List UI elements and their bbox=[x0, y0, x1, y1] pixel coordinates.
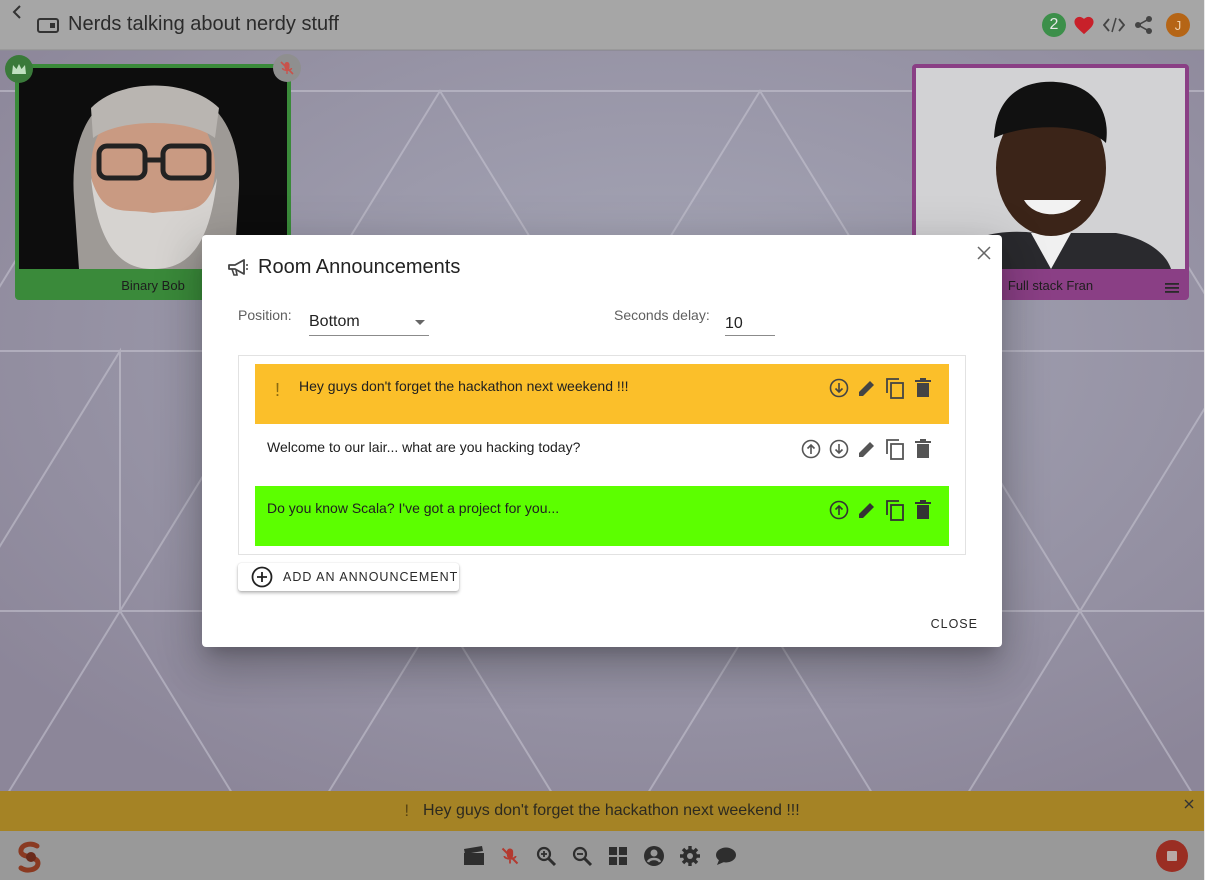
copy-icon[interactable] bbox=[883, 376, 907, 400]
copy-icon[interactable] bbox=[883, 437, 907, 461]
move-down-icon[interactable] bbox=[827, 437, 851, 461]
announcement-text: Welcome to our lair... what are you hack… bbox=[267, 439, 581, 455]
close-icon bbox=[977, 246, 991, 260]
delete-icon[interactable] bbox=[911, 498, 935, 522]
announcement-row: Welcome to our lair... what are you hack… bbox=[255, 425, 949, 485]
dialog-title: Room Announcements bbox=[258, 256, 461, 278]
announcement-row: ! Hey guys don't forget the hackathon ne… bbox=[255, 364, 949, 424]
delete-icon[interactable] bbox=[911, 437, 935, 461]
add-announcement-button[interactable]: ADD AN ANNOUNCEMENT bbox=[238, 563, 459, 591]
edit-icon[interactable] bbox=[855, 437, 879, 461]
announcement-row: Do you know Scala? I've got a project fo… bbox=[255, 486, 949, 546]
position-select[interactable]: Bottom bbox=[309, 308, 429, 336]
edit-icon[interactable] bbox=[855, 498, 879, 522]
move-up-icon[interactable] bbox=[799, 437, 823, 461]
move-up-icon[interactable] bbox=[827, 498, 851, 522]
megaphone-icon bbox=[227, 257, 251, 279]
dialog-close-icon-button[interactable] bbox=[974, 243, 994, 263]
important-mark: ! bbox=[275, 380, 281, 400]
room-announcements-dialog: Room Announcements Position: Bottom Seco… bbox=[202, 235, 1002, 647]
edit-icon[interactable] bbox=[855, 376, 879, 400]
position-label: Position: bbox=[238, 307, 292, 323]
announcement-text: Hey guys don't forget the hackathon next… bbox=[299, 378, 629, 394]
copy-icon[interactable] bbox=[883, 498, 907, 522]
announcement-text: Do you know Scala? I've got a project fo… bbox=[267, 500, 560, 516]
add-circle-icon bbox=[251, 566, 273, 588]
app-window: Nerds talking about nerdy stuff 2 J Bina… bbox=[0, 0, 1204, 880]
move-down-icon[interactable] bbox=[827, 376, 851, 400]
caret-down-icon bbox=[415, 320, 425, 325]
add-announcement-label: ADD AN ANNOUNCEMENT bbox=[283, 570, 459, 584]
position-value: Bottom bbox=[309, 313, 360, 330]
delete-icon[interactable] bbox=[911, 376, 935, 400]
close-button[interactable]: CLOSE bbox=[931, 617, 978, 631]
seconds-delay-input[interactable] bbox=[725, 308, 775, 336]
scrollbar[interactable] bbox=[1204, 0, 1219, 880]
announcement-list: ! Hey guys don't forget the hackathon ne… bbox=[238, 355, 966, 555]
seconds-delay-label: Seconds delay: bbox=[614, 307, 710, 323]
